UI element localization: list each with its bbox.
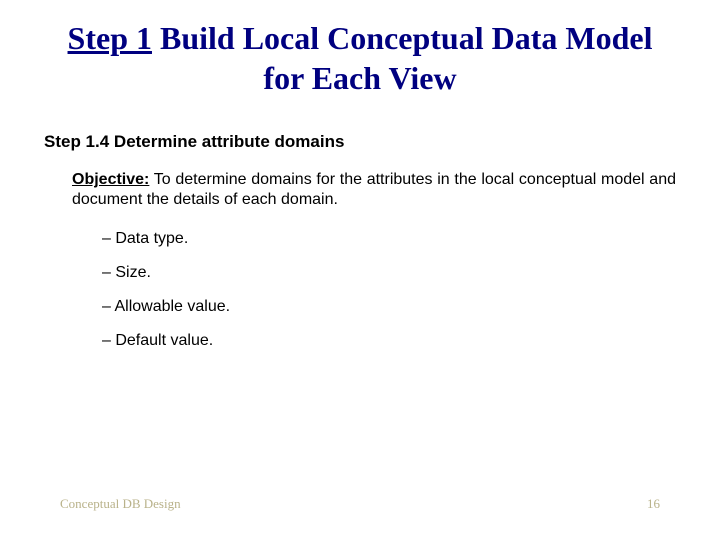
footer-page-number: 16 — [647, 496, 660, 512]
bullet-list: Data type. Size. Allowable value. Defaul… — [102, 230, 676, 350]
list-item: Data type. — [102, 230, 676, 248]
objective-label: Objective: — [72, 171, 149, 188]
objective-text: To determine domains for the attributes … — [72, 171, 676, 208]
slide-footer: Conceptual DB Design 16 — [60, 496, 660, 512]
list-item: Allowable value. — [102, 298, 676, 316]
footer-left: Conceptual DB Design — [60, 496, 181, 512]
list-item: Size. — [102, 264, 676, 282]
slide-title-rest: Build Local Conceptual Data Model for Ea… — [152, 20, 652, 96]
objective-paragraph: Objective: To determine domains for the … — [72, 170, 676, 210]
slide-title-underlined: Step 1 — [68, 20, 152, 56]
list-item: Default value. — [102, 332, 676, 350]
slide-title: Step 1 Build Local Conceptual Data Model… — [44, 18, 676, 98]
section-heading: Step 1.4 Determine attribute domains — [44, 132, 676, 152]
